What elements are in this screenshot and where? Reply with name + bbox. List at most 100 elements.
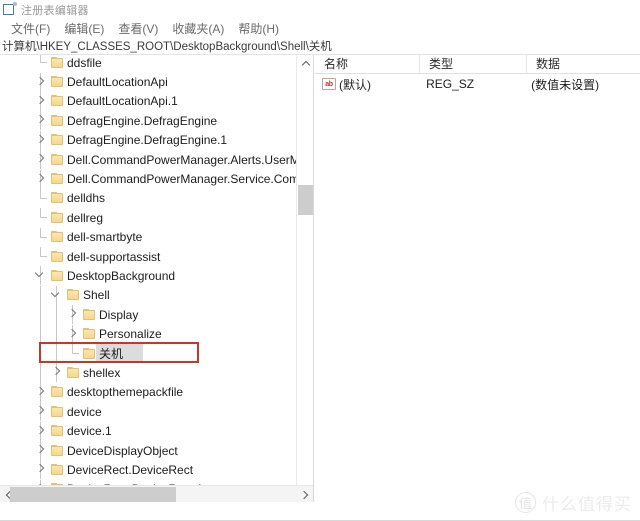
address-bar[interactable]: 计算机\HKEY_CLASSES_ROOT\DesktopBackground\… xyxy=(0,38,640,55)
tree-expander[interactable] xyxy=(33,130,49,150)
tree-item[interactable]: dell-supportassist xyxy=(0,247,297,266)
folder-icon xyxy=(50,250,64,263)
tree-item-label: Display xyxy=(99,307,139,322)
column-header-data[interactable]: 数据 xyxy=(526,55,640,73)
tree-item-label: DefragEngine.DefragEngine xyxy=(67,113,218,128)
tree-item[interactable]: DeviceRect.DeviceRect xyxy=(0,460,297,480)
tree-item-label: DefragEngine.DefragEngine.1 xyxy=(67,133,228,148)
menu-item-file[interactable]: 文件(F) xyxy=(4,20,57,37)
chevron-right-icon xyxy=(35,386,45,396)
tree-guide-line xyxy=(56,305,57,325)
values-list: ab (默认) REG_SZ (数值未设置) xyxy=(315,74,640,94)
tree-guide-line xyxy=(40,343,41,364)
chevron-up-icon xyxy=(301,60,310,70)
folder-icon xyxy=(50,134,64,146)
menu-item-edit[interactable]: 编辑(E) xyxy=(57,20,111,37)
scroll-up-button[interactable] xyxy=(297,55,313,72)
tree-item[interactable]: desktopthemepackfile xyxy=(0,382,297,402)
menu-bar: 文件(F) 编辑(E) 查看(V) 收藏夹(A) 帮助(H) xyxy=(0,19,640,38)
column-header-name[interactable]: 名称 xyxy=(315,55,419,73)
tree-expander[interactable] xyxy=(33,266,49,286)
window-title: 注册表编辑器 xyxy=(21,4,89,17)
tree-expander[interactable] xyxy=(33,150,49,170)
tree-item[interactable]: DefaultLocationApi.1 xyxy=(0,91,297,111)
folder-icon xyxy=(66,289,80,301)
folder-icon xyxy=(82,328,96,340)
tree-vertical-scrollbar[interactable] xyxy=(296,55,313,502)
tree-item-label: shellex xyxy=(83,365,121,380)
tree-item[interactable]: ddsfile xyxy=(0,55,297,72)
tree-expander[interactable] xyxy=(49,285,65,305)
tree-expander[interactable] xyxy=(33,169,49,189)
tree-item-label: 关机 xyxy=(96,344,144,364)
vertical-scroll-thumb[interactable] xyxy=(298,185,313,215)
tree-item[interactable]: 关机 xyxy=(0,343,297,364)
tree-item[interactable]: device xyxy=(0,402,297,422)
tree-expander[interactable] xyxy=(49,363,65,383)
tree-item-label: dell-supportassist xyxy=(67,249,161,264)
tree-item-label: DefaultLocationApi xyxy=(67,75,168,90)
menu-item-view[interactable]: 查看(V) xyxy=(111,20,165,37)
values-cell-type: REG_SZ xyxy=(426,77,475,91)
tree-item[interactable]: DefaultLocationApi xyxy=(0,72,297,92)
tree-expander[interactable] xyxy=(33,91,49,111)
tree-item[interactable]: DeviceDisplayObject xyxy=(0,441,297,460)
tree-leaf-connector xyxy=(33,208,49,227)
tree-item-label: desktopthemepackfile xyxy=(67,385,184,400)
chevron-right-icon xyxy=(67,328,77,337)
chevron-right-icon xyxy=(35,405,45,415)
chevron-right-icon xyxy=(35,115,45,124)
tree-expander[interactable] xyxy=(33,111,49,131)
values-row[interactable]: ab (默认) REG_SZ (数值未设置) xyxy=(315,74,640,94)
folder-icon xyxy=(50,76,64,88)
tree-expander[interactable] xyxy=(33,460,49,480)
tree-item[interactable]: dellreg xyxy=(0,208,297,227)
tree-item-label: Shell xyxy=(83,288,110,303)
folder-icon xyxy=(50,425,64,437)
tree-guide-line xyxy=(40,324,41,344)
tree-expander[interactable] xyxy=(33,72,49,92)
tree-item[interactable]: Display xyxy=(0,305,297,325)
menu-item-favorites[interactable]: 收藏夹(A) xyxy=(165,20,231,37)
tree-item[interactable]: delldhs xyxy=(0,188,297,208)
registry-values-pane: 名称 类型 数据 ab (默认) REG_SZ (数值未设置) xyxy=(315,55,640,521)
tree-item[interactable]: DefragEngine.DefragEngine xyxy=(0,111,297,131)
registry-tree: ddsfile DefaultLocationApi DefaultLocation… xyxy=(0,55,297,502)
tree-item[interactable]: Dell.CommandPowerManager.Service.Compo xyxy=(0,169,297,189)
tree-item[interactable]: Shell xyxy=(0,285,297,306)
tree-expander[interactable] xyxy=(65,324,81,344)
folder-icon xyxy=(50,56,64,69)
tree-expander[interactable] xyxy=(33,382,49,402)
folder-icon xyxy=(50,463,64,476)
folder-icon xyxy=(50,211,64,224)
tree-item[interactable]: shellex xyxy=(0,363,297,383)
chevron-right-icon xyxy=(35,425,45,434)
tree-item[interactable]: Dell.CommandPowerManager.Alerts.UserMes xyxy=(0,150,297,170)
column-header-type[interactable]: 类型 xyxy=(419,55,526,73)
tree-item[interactable]: dell-smartbyte xyxy=(0,227,297,247)
tree-item-label: ddsfile xyxy=(67,55,102,70)
menu-item-help[interactable]: 帮助(H) xyxy=(231,20,286,37)
folder-icon xyxy=(50,173,64,185)
tree-guide-line xyxy=(40,363,41,383)
tree-expander[interactable] xyxy=(65,305,81,325)
tree-item[interactable]: DesktopBackground xyxy=(0,266,297,286)
tree-item[interactable]: DefragEngine.DefragEngine.1 xyxy=(0,130,297,150)
tree-expander[interactable] xyxy=(33,421,49,441)
tree-item[interactable]: device.1 xyxy=(0,421,297,441)
folder-icon xyxy=(82,308,96,321)
scroll-right-button[interactable] xyxy=(297,486,313,502)
tree-item[interactable]: Personalize xyxy=(0,324,297,344)
horizontal-scroll-thumb[interactable] xyxy=(10,487,176,502)
registry-editor-window: 注册表编辑器 文件(F) 编辑(E) 查看(V) 收藏夹(A) 帮助(H) 计算… xyxy=(0,0,640,521)
chevron-right-icon xyxy=(35,134,45,143)
tree-item-label: dell-smartbyte xyxy=(67,230,143,245)
registry-tree-viewport[interactable]: ddsfile DefaultLocationApi DefaultLocation… xyxy=(0,55,297,502)
folder-icon xyxy=(50,114,64,127)
values-cell-name: ab (默认) xyxy=(315,76,417,93)
tree-expander[interactable] xyxy=(33,441,49,460)
folder-icon xyxy=(50,153,64,166)
tree-expander[interactable] xyxy=(33,402,49,422)
tree-leaf-connector xyxy=(33,188,49,208)
tree-horizontal-scrollbar[interactable] xyxy=(0,485,313,502)
